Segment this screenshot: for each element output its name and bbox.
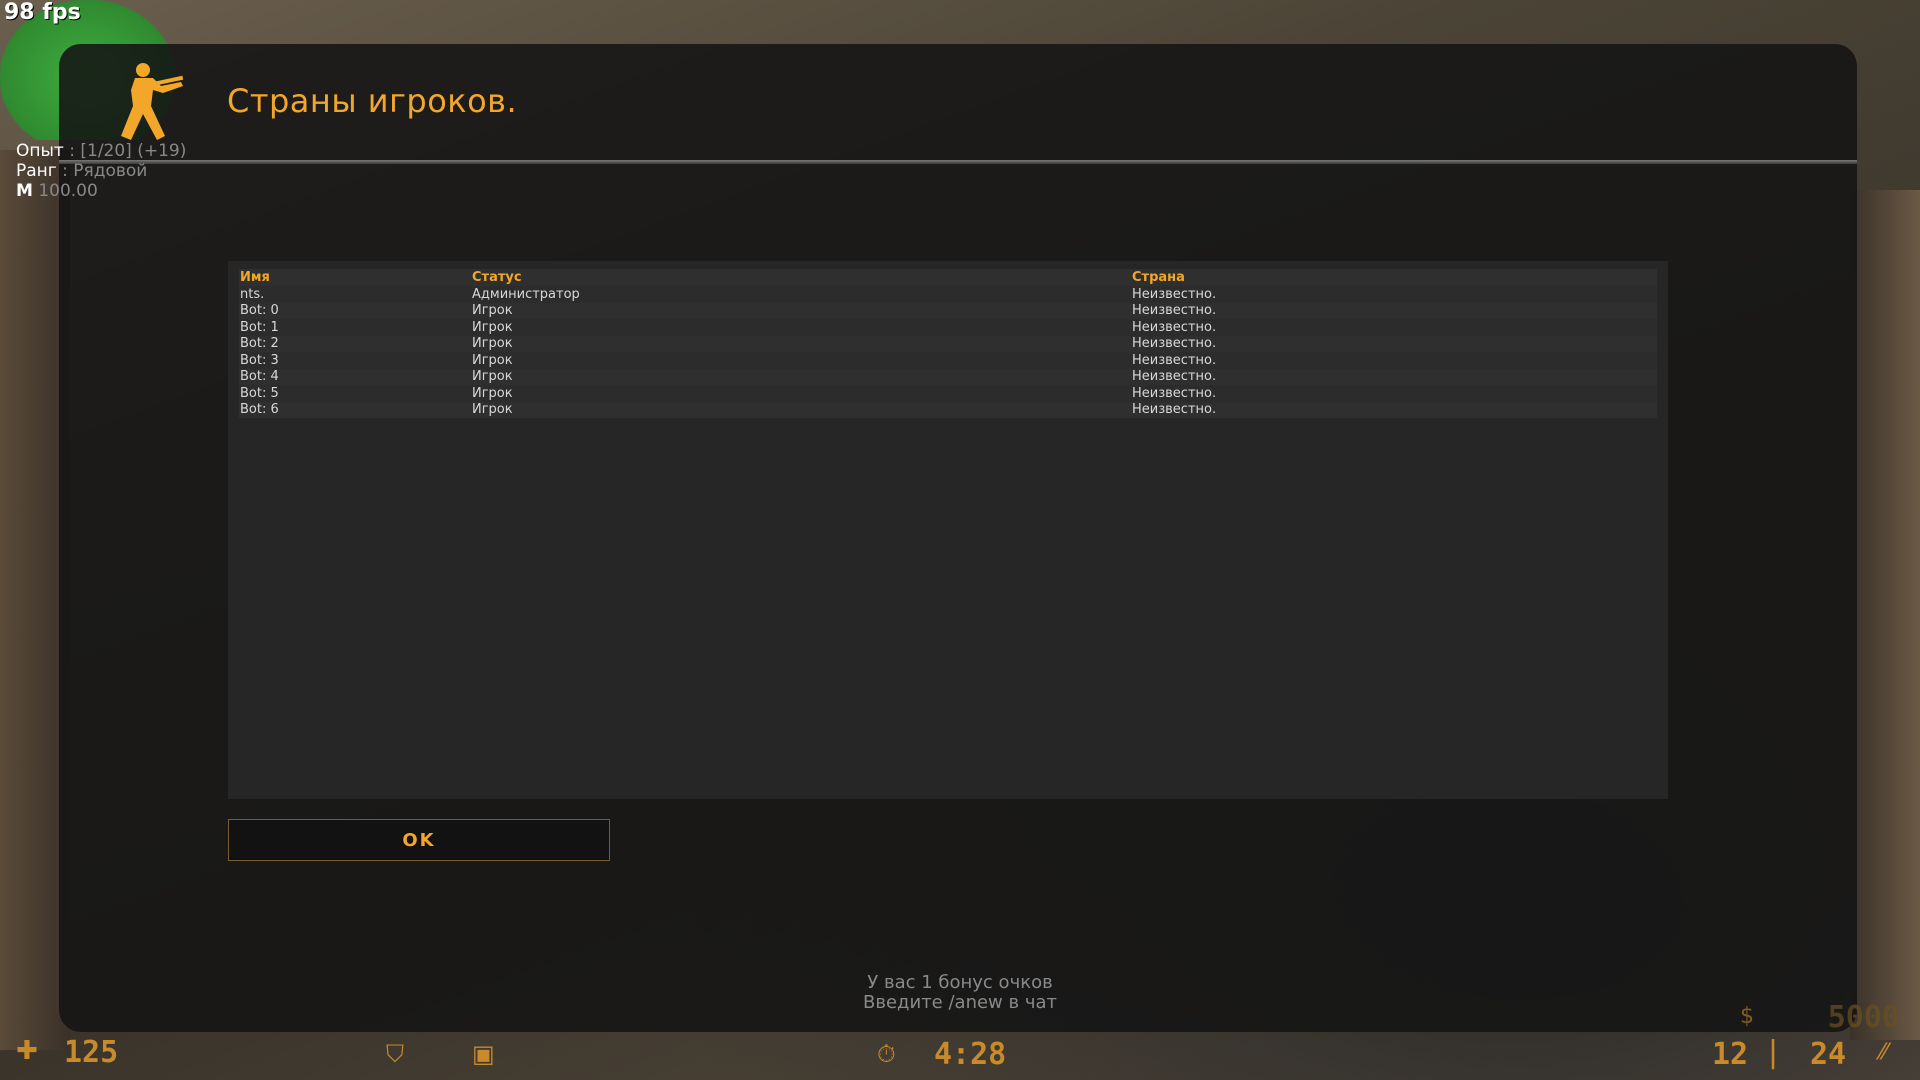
cell-name: Bot: 0 (240, 303, 279, 319)
player-info: Опыт : [1/20] (+19) Ранг : Рядовой М 100… (16, 141, 186, 201)
cell-status: Игрок (472, 336, 513, 352)
table-row[interactable]: nts. Администратор Неизвестно. (239, 286, 1657, 303)
xp-label: Опыт (16, 141, 64, 161)
table-row[interactable]: Bot: 0 Игрок Неизвестно. (239, 302, 1657, 319)
round-timer: 4:28 (934, 1037, 1007, 1072)
bonus-message: У вас 1 бонус очков (867, 972, 1053, 993)
cell-name: nts. (240, 286, 265, 302)
table-row[interactable]: Bot: 3 Игрок Неизвестно. (239, 352, 1657, 369)
background-wall-right (1850, 190, 1920, 1040)
health-cross-icon: ✚ (16, 1036, 38, 1066)
cell-country: Неизвестно. (1132, 385, 1217, 401)
cell-status: Игрок (472, 352, 513, 368)
cell-name: Bot: 2 (240, 336, 279, 352)
ammo-clip: 12 (1712, 1037, 1749, 1072)
cell-status: Игрок (472, 319, 513, 335)
table-row[interactable]: Bot: 4 Игрок Неизвестно. (239, 368, 1657, 385)
cell-status: Администратор (472, 286, 580, 302)
cell-country: Неизвестно. (1132, 336, 1217, 352)
armor-box-icon: ▣ (472, 1040, 495, 1068)
cell-status: Игрок (472, 402, 513, 418)
xp-row: Опыт : [1/20] (+19) (16, 141, 186, 161)
cell-status: Игрок (472, 303, 513, 319)
cell-status: Игрок (472, 385, 513, 401)
counter-terrorist-logo-icon (121, 63, 184, 140)
fps-counter: 98 fps (4, 0, 81, 25)
cell-country: Неизвестно. (1132, 402, 1217, 418)
table-row[interactable]: Bot: 1 Игрок Неизвестно. (239, 319, 1657, 336)
column-header-country[interactable]: Страна (1131, 269, 1657, 286)
money-display: 5000 (1827, 1000, 1900, 1035)
cell-name: Bot: 5 (240, 385, 279, 401)
ok-button[interactable]: OK (228, 819, 610, 861)
health-value: 125 (64, 1035, 119, 1070)
money-icon: $ (1740, 1004, 1754, 1029)
xp-value: : [1/20] (+19) (69, 141, 187, 161)
rank-label: Ранг (16, 161, 57, 181)
column-header-name[interactable]: Имя (239, 269, 471, 286)
cell-country: Неизвестно. (1132, 286, 1217, 302)
table-row[interactable]: Bot: 6 Игрок Неизвестно. (239, 401, 1657, 418)
players-table: Имя Статус Страна nts. Администратор Неизв… (239, 269, 1657, 418)
cell-name: Bot: 4 (240, 369, 279, 385)
cell-name: Bot: 3 (240, 352, 279, 368)
cell-country: Неизвестно. (1132, 303, 1217, 319)
rank-value: : Рядовой (62, 161, 148, 181)
ammo-separator: | (1764, 1035, 1783, 1070)
ammo-reserve: 24 (1810, 1037, 1847, 1072)
table-row[interactable]: Bot: 2 Игрок Неизвестно. (239, 335, 1657, 352)
bonus-hint: Введите /anew в чат (863, 992, 1057, 1013)
table-row[interactable]: Bot: 5 Игрок Неизвестно. (239, 385, 1657, 402)
players-table-container: Имя Статус Страна nts. Администратор Неизв… (228, 261, 1668, 799)
table-header-row: Имя Статус Страна (239, 269, 1657, 286)
cell-country: Неизвестно. (1132, 352, 1217, 368)
cell-country: Неизвестно. (1132, 319, 1217, 335)
title-divider (59, 160, 1857, 164)
cell-name: Bot: 6 (240, 402, 279, 418)
timer-icon: ⏱ (877, 1040, 896, 1068)
money-row: М 100.00 (16, 181, 186, 201)
rank-row: Ранг : Рядовой (16, 161, 186, 181)
column-header-status[interactable]: Статус (471, 269, 1131, 286)
armor-shield-icon: ⛉ (386, 1040, 404, 1068)
cell-country: Неизвестно. (1132, 369, 1217, 385)
cell-name: Bot: 1 (240, 319, 279, 335)
dialog-title: Страны игроков. (227, 82, 518, 120)
money-value: 100.00 (38, 181, 98, 201)
ammo-bullet-icon: ⁄⁄ (1880, 1040, 1888, 1065)
cell-status: Игрок (472, 369, 513, 385)
money-label: М (16, 181, 33, 201)
